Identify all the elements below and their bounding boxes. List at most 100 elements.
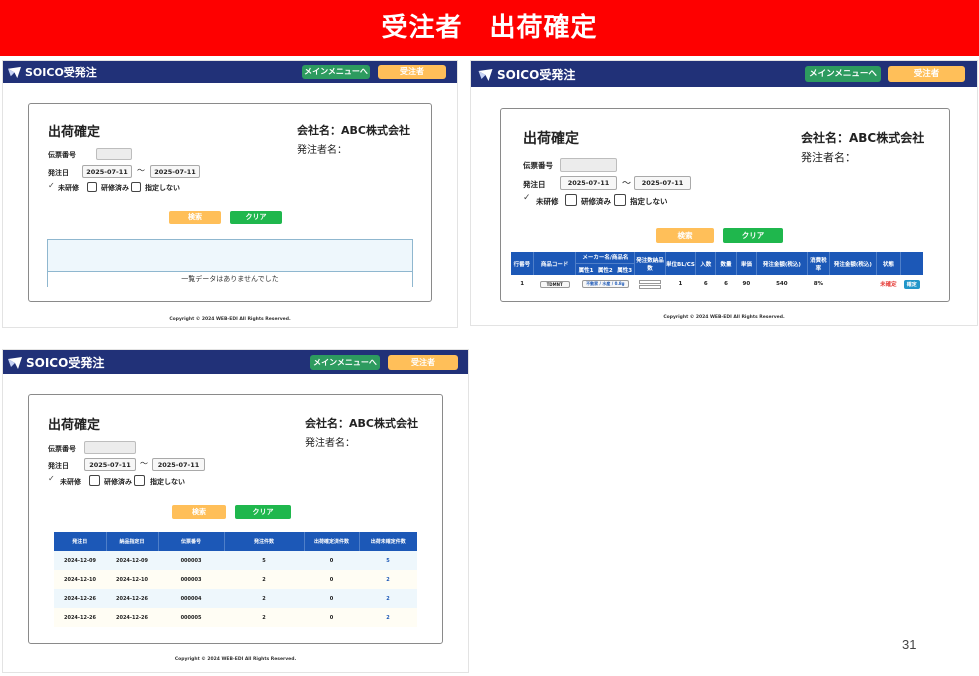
search-button[interactable]: 検索 <box>169 211 221 224</box>
unconfirmed-count-link[interactable]: 2 <box>359 608 417 627</box>
unconfirmed-count-link[interactable]: 2 <box>359 589 417 608</box>
page-title: 出荷確定 <box>523 131 579 147</box>
search-button[interactable]: 検索 <box>172 505 226 519</box>
cell-delivery-date: 2024-12-09 <box>116 557 148 564</box>
app-header: SOICO 受発注 メインメニューへ 受注者 <box>471 61 977 87</box>
table-row[interactable]: 2024-12-10 2024-12-10 000003 2 0 2 <box>54 570 417 589</box>
attribute-1-label: 属性1 <box>578 268 594 274</box>
slip-number-input[interactable] <box>84 441 136 454</box>
orderer-name: 発注者名： <box>297 145 347 156</box>
cell-order-date: 2024-12-09 <box>64 557 96 564</box>
cell-slip-number: 000004 <box>180 595 202 602</box>
cell-slip-number: 000003 <box>180 576 202 583</box>
filter-checkbox-unspecified[interactable] <box>614 194 626 206</box>
col-maker-product: メーカー名/商品名 属性1 属性2 属性3 <box>575 252 636 275</box>
maker-product-label: メーカー名/商品名 <box>582 255 629 261</box>
table-row[interactable]: 2024-12-26 2024-12-26 000004 2 0 2 <box>54 589 417 608</box>
screenshot-product-detail: SOICO 受発注 メインメニューへ 受注者 出荷確定 会社名：ABC株式会社 発… <box>470 60 978 326</box>
col-irisu: 入数 <box>695 252 717 275</box>
cell-price: 90 <box>742 281 751 287</box>
col-unit-price: 単価 <box>736 252 757 275</box>
col-quantity: 数量 <box>715 252 737 275</box>
cell-amount: 540 <box>776 281 788 287</box>
clear-button[interactable]: クリア <box>235 505 291 519</box>
cell-slip-number: 000003 <box>180 557 202 564</box>
orderer-button[interactable]: 受注者 <box>388 355 458 370</box>
checkmark-icon[interactable]: ✓ <box>48 181 55 190</box>
main-menu-button[interactable]: メインメニューへ <box>805 66 881 82</box>
filter-label-trained: 研修済み <box>101 184 129 192</box>
product-code-box[interactable]: TDMNT <box>539 280 570 288</box>
main-menu-button[interactable]: メインメニューへ <box>302 65 370 79</box>
brand-logo[interactable]: SOICO 受発注 <box>7 354 104 371</box>
orderer-button[interactable]: 受注者 <box>378 65 446 79</box>
cell-order-count: 2 <box>262 595 266 602</box>
unconfirmed-count-link[interactable]: 5 <box>359 551 417 570</box>
brand-logo[interactable]: SOICO 受発注 <box>477 66 575 83</box>
filter-label-untrained: 未研修 <box>58 184 79 192</box>
col-action <box>900 252 923 275</box>
main-menu-button[interactable]: メインメニューへ <box>310 355 380 370</box>
screenshot-empty-result: SOICO 受発注 メインメニューへ 受注者 出荷確定 会社名：ABC株式会社 発… <box>2 60 458 328</box>
date-to-input[interactable]: 2025-07-11 <box>150 165 200 178</box>
date-from-input[interactable]: 2025-07-11 <box>560 176 617 190</box>
app-header: SOICO 受発注 メインメニューへ 受注者 <box>3 61 457 83</box>
date-from-input[interactable]: 2025-07-11 <box>82 165 132 178</box>
table-row: 1 TDMNT 不動家 / 水産 / 0.8g 1 6 6 90 540 8% … <box>511 275 923 293</box>
cell-delivery-date: 2024-12-26 <box>116 614 148 621</box>
checkmark-icon[interactable]: ✓ <box>48 474 55 483</box>
search-button[interactable]: 検索 <box>656 228 714 243</box>
cell-order-date: 2024-12-10 <box>64 576 96 583</box>
order-date-label: 発注日 <box>48 169 69 177</box>
filter-checkbox-trained[interactable] <box>87 182 97 192</box>
cell-order-date: 2024-12-26 <box>64 614 96 621</box>
filter-checkbox-unspecified[interactable] <box>134 475 145 486</box>
date-from-input[interactable]: 2025-07-11 <box>84 458 136 471</box>
cell-confirmed-count: 0 <box>329 614 334 621</box>
screenshot-search-results: SOICO 受発注 メインメニューへ 受注者 出荷確定 会社名：ABC株式会社 発… <box>2 349 469 673</box>
brand-suffix: 受発注 <box>63 66 97 79</box>
cell-order-count: 2 <box>262 576 266 583</box>
filter-label-untrained: 未研修 <box>536 197 559 206</box>
brand-suffix: 受発注 <box>68 356 105 370</box>
confirm-button[interactable]: 確定 <box>903 279 920 289</box>
app-header: SOICO 受発注 メインメニューへ 受注者 <box>3 350 468 374</box>
col-confirmed-count: 出荷確定済件数 <box>304 532 360 551</box>
date-to-input[interactable]: 2025-07-11 <box>152 458 205 471</box>
empty-message: 一覧データはありませんでした <box>48 271 412 287</box>
clear-button[interactable]: クリア <box>723 228 783 243</box>
unconfirmed-count-link[interactable]: 2 <box>359 570 417 589</box>
filter-label-trained: 研修済み <box>104 478 132 486</box>
date-range-tilde: ～ <box>137 166 145 175</box>
clear-button[interactable]: クリア <box>230 211 282 224</box>
orderer-button[interactable]: 受注者 <box>888 66 965 82</box>
copyright-text: Copyright © 2024 WEB-EDI All Rights Rese… <box>174 657 297 662</box>
date-to-input[interactable]: 2025-07-11 <box>634 176 691 190</box>
brand-name: SOICO <box>26 355 69 370</box>
product-name-box[interactable]: 不動家 / 水産 / 0.8g <box>582 280 629 288</box>
brand-name: SOICO <box>497 67 540 82</box>
filter-checkbox-trained[interactable] <box>565 194 577 206</box>
filter-label-unspecified: 指定しない <box>630 197 668 206</box>
slip-number-input[interactable] <box>560 158 617 172</box>
cell-amount-2 <box>830 275 877 293</box>
slide-title: 受注者 出荷確定 <box>0 0 979 56</box>
cell-code: TDMNT <box>533 275 576 293</box>
col-status: 状態 <box>876 252 902 275</box>
cell-irisu: 6 <box>703 281 708 287</box>
filter-checkbox-unspecified[interactable] <box>131 182 141 192</box>
table-row[interactable]: 2024-12-09 2024-12-09 000003 5 0 5 <box>54 551 417 570</box>
delivery-qty-input[interactable] <box>638 284 661 289</box>
company-name: 会社名：ABC株式会社 <box>801 131 925 145</box>
order-qty-input[interactable] <box>638 279 661 284</box>
table-row[interactable]: 2024-12-26 2024-12-26 000005 2 0 2 <box>54 608 417 627</box>
brand-logo[interactable]: SOICO 受発注 <box>7 64 97 80</box>
slip-number-label: 伝票番号 <box>48 445 76 453</box>
slip-number-input[interactable] <box>96 148 132 160</box>
page-title: 出荷確定 <box>48 125 101 140</box>
filter-checkbox-trained[interactable] <box>89 475 100 486</box>
order-date-label: 発注日 <box>48 462 69 470</box>
checkmark-icon[interactable]: ✓ <box>523 193 531 203</box>
cell-delivery-date: 2024-12-26 <box>116 595 148 602</box>
filter-label-trained: 研修済み <box>581 197 611 206</box>
